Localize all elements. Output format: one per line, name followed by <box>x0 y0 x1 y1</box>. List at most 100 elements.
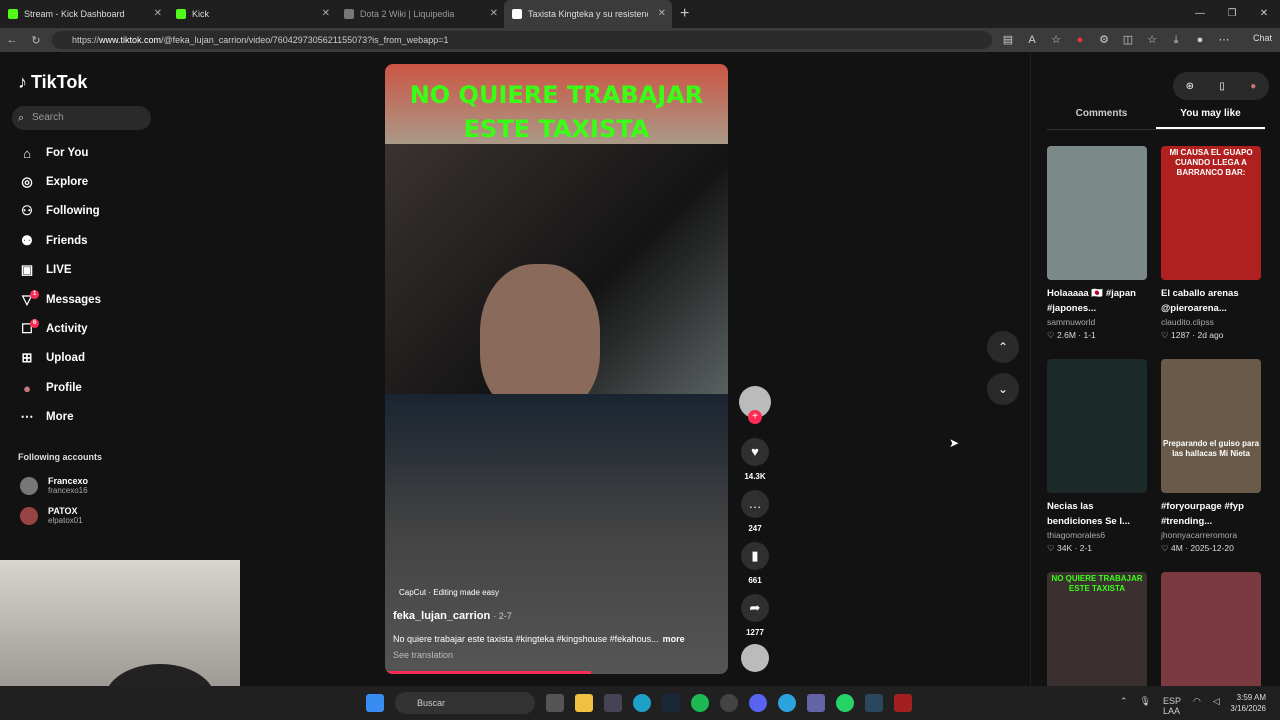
music-disc-button[interactable] <box>737 644 773 672</box>
nav-following[interactable]: ⚇ Following <box>18 200 99 222</box>
new-tab-button[interactable]: + <box>680 5 689 23</box>
video-author[interactable]: feka_lujan_carrion · 2-7 <box>393 610 512 622</box>
right-panel: ⊛ ▯ ● Comments You may like Holaaaaa 🇯🇵 … <box>1030 52 1280 706</box>
menu-dots-icon[interactable]: ⋯ <box>1216 32 1232 48</box>
task-view-icon[interactable] <box>546 694 564 712</box>
right-tabs: Comments You may like <box>1047 108 1265 130</box>
share-button[interactable]: ➦ 1277 <box>737 594 773 637</box>
close-tab-icon[interactable]: ✕ <box>154 8 162 19</box>
store-icon[interactable] <box>604 694 622 712</box>
downloads-icon[interactable]: ⤓ <box>1168 32 1184 48</box>
tab-liquipedia[interactable]: Dota 2 Wiki | Liquipedia ✕ <box>336 0 504 28</box>
video-thumbnail <box>1047 359 1147 493</box>
follow-plus-icon[interactable]: + <box>748 410 762 424</box>
video-player[interactable]: NO QUIERE TRABAJAR ESTE TAXISTA CapCut · … <box>385 64 728 674</box>
nav-live[interactable]: ▣ LIVE <box>18 259 72 281</box>
video-description: No quiere trabajar este taxista #kingtek… <box>393 634 685 644</box>
obs-icon[interactable] <box>720 694 738 712</box>
steam-icon[interactable] <box>662 694 680 712</box>
nav-for-you[interactable]: ⌂ For You <box>18 142 88 164</box>
restore-icon[interactable]: ❐ <box>1216 0 1248 28</box>
device-icon[interactable]: ▯ <box>1219 81 1225 92</box>
chevron-down-icon[interactable]: ⌄ <box>987 373 1019 405</box>
chevron-up-icon[interactable]: ⌃ <box>987 331 1019 363</box>
favorites-icon[interactable]: ☆ <box>1144 32 1160 48</box>
tab-kick-dashboard[interactable]: Stream - Kick Dashboard ✕ <box>0 0 168 28</box>
close-tab-icon[interactable]: ✕ <box>658 8 666 19</box>
coin-icon[interactable]: ⊛ <box>1186 81 1194 92</box>
file-explorer-icon[interactable] <box>575 694 593 712</box>
suggested-video-card[interactable]: MI CAUSA EL GUAPO CUANDO LLEGA A BARRANC… <box>1161 146 1261 341</box>
microphone-icon[interactable]: 🎙 <box>1140 696 1151 716</box>
see-translation-link[interactable]: See translation <box>393 650 453 660</box>
refresh-icon[interactable]: ↻ <box>24 34 48 47</box>
video-thumbnail <box>1047 146 1147 280</box>
close-window-icon[interactable]: ✕ <box>1248 0 1280 28</box>
search-input[interactable]: ⌕ Search <box>12 106 151 130</box>
split-screen-icon[interactable]: ◫ <box>1120 32 1136 48</box>
tiktok-note-icon: ♪ <box>18 72 27 92</box>
share-icon: ➦ <box>741 594 769 622</box>
profile-avatar-icon[interactable]: ● <box>1192 32 1208 48</box>
copilot-chat-button[interactable]: Chat <box>1253 33 1272 43</box>
tab-you-may-like[interactable]: You may like <box>1156 108 1265 129</box>
url-field[interactable]: https://www.tiktok.com/@feka_lujan_carri… <box>52 31 992 49</box>
extension-icon[interactable]: ● <box>1072 32 1088 48</box>
capcut-tag[interactable]: CapCut · Editing made easy <box>399 588 499 597</box>
thumbnail-overlay-text: Preparando el guiso para las hallacas Mi… <box>1162 439 1260 458</box>
edge-icon[interactable] <box>633 694 651 712</box>
tab-tiktok[interactable]: Taxista Kingteka y su resistenc ✕ <box>504 0 672 28</box>
extensions-icon[interactable]: ⚙ <box>1096 32 1112 48</box>
creator-avatar-button[interactable]: + <box>737 386 773 424</box>
windows-start-icon[interactable] <box>366 694 384 712</box>
account-patox[interactable]: PATOX elpatox01 <box>20 506 83 525</box>
tiktok-icon <box>512 9 522 19</box>
tab-kick[interactable]: Kick ✕ <box>168 0 336 28</box>
nav-messages[interactable]: ▽ 1 Messages <box>18 289 101 311</box>
whatsapp-icon[interactable] <box>836 694 854 712</box>
nav-activity[interactable]: ☐ 6 Activity <box>18 318 88 340</box>
nav-profile[interactable]: ● Profile <box>18 377 82 399</box>
tab-comments[interactable]: Comments <box>1047 108 1156 129</box>
close-tab-icon[interactable]: ✕ <box>322 8 330 19</box>
suggested-video-card[interactable]: Holaaaaa 🇯🇵 #japan #japones... sammuworld… <box>1047 146 1147 341</box>
translate-icon[interactable]: A <box>1024 32 1040 48</box>
nav-more[interactable]: ⋯ More <box>18 406 74 428</box>
reader-icon[interactable]: ▤ <box>1000 32 1016 48</box>
back-icon[interactable]: ← <box>0 34 24 46</box>
teams-icon[interactable] <box>807 694 825 712</box>
card-stats: ♡ 4M · 2025-12-20 <box>1161 543 1234 553</box>
user-avatar-icon[interactable]: ● <box>1250 81 1256 92</box>
messages-badge: 1 <box>30 290 40 299</box>
suggested-video-card[interactable]: Preparando el guiso para las hallacas Mi… <box>1161 359 1261 554</box>
close-tab-icon[interactable]: ✕ <box>490 8 498 19</box>
card-title: #foryourpage #fyp #trending... <box>1161 501 1244 527</box>
more-link[interactable]: more <box>663 634 685 644</box>
tiktok-logo[interactable]: ♪ TikTok <box>18 72 87 93</box>
nav-friends[interactable]: ⚉ Friends <box>18 230 87 252</box>
steam-icon-2[interactable] <box>865 694 883 712</box>
comment-button[interactable]: … 247 <box>737 490 773 533</box>
discord-icon[interactable] <box>749 694 767 712</box>
spotify-icon[interactable] <box>691 694 709 712</box>
volume-icon[interactable]: ◁ <box>1213 696 1220 716</box>
wifi-icon[interactable]: ◠ <box>1193 696 1201 716</box>
clock[interactable]: 3:59 AM 3/16/2026 <box>1230 692 1266 714</box>
minimize-icon[interactable]: — <box>1184 0 1216 28</box>
video-progress-bar[interactable] <box>385 671 728 674</box>
upload-icon: ⊞ <box>21 350 33 365</box>
tray-chevron-icon[interactable]: ⌃ <box>1120 696 1128 716</box>
nav-explore[interactable]: ◎ Explore <box>18 171 88 193</box>
suggested-video-card[interactable]: Necias las bendiciones Se l... thiagomora… <box>1047 359 1147 554</box>
telegram-icon[interactable] <box>778 694 796 712</box>
like-button[interactable]: ♥ 14.3K <box>737 438 773 481</box>
video-progress-fill <box>385 671 591 674</box>
card-stats: ♡ 1287 · 2d ago <box>1161 330 1224 340</box>
dota-icon[interactable] <box>894 694 912 712</box>
account-francexo[interactable]: Francexo francexo16 <box>20 476 88 495</box>
favorite-star-icon[interactable]: ☆ <box>1048 32 1064 48</box>
taskbar-search[interactable]: Buscar <box>395 692 535 714</box>
language-indicator[interactable]: ESP LAA <box>1163 696 1181 716</box>
save-button[interactable]: ▮ 661 <box>737 542 773 585</box>
nav-upload[interactable]: ⊞ Upload <box>18 347 85 369</box>
